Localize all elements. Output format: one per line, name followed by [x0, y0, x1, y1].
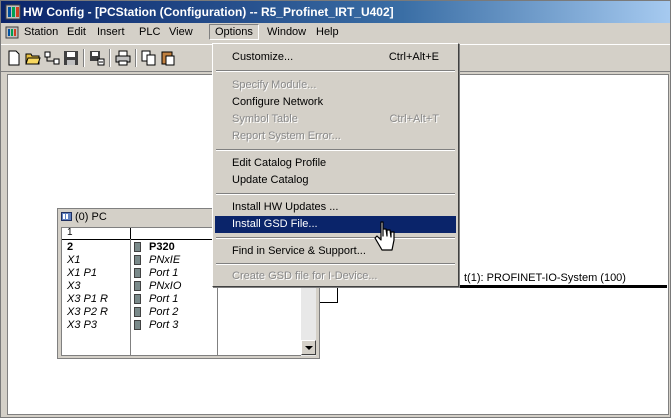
module-cell: PNxIO [149, 280, 182, 292]
options-dropdown-menu: Customize... Ctrl+Alt+E Specify Module..… [212, 43, 459, 287]
menu-item-label: Specify Module... [232, 79, 317, 91]
module-icon [134, 255, 141, 265]
save-compile-icon[interactable] [89, 50, 105, 66]
module-icon [134, 294, 141, 304]
menu-separator [216, 70, 455, 72]
menu-plc[interactable]: PLC [139, 26, 160, 38]
menu-item-label: Edit Catalog Profile [232, 157, 327, 169]
menu-item-find-in-service-support[interactable]: Find in Service & Support... [215, 243, 456, 260]
menu-bar: Station Edit Insert PLC View Options Win… [1, 23, 670, 43]
menu-help[interactable]: Help [316, 26, 339, 38]
menu-item-label: Configure Network [232, 96, 324, 108]
menu-window[interactable]: Window [267, 26, 306, 38]
window-title: HW Config - [PCStation (Configuration) -… [23, 5, 394, 19]
module-icon [134, 320, 141, 330]
menu-view[interactable]: View [169, 26, 193, 38]
network-icon[interactable] [44, 50, 60, 66]
menu-item-label: Install GSD File... [232, 218, 318, 230]
open-icon[interactable] [25, 50, 41, 66]
menu-edit[interactable]: Edit [67, 26, 86, 38]
profinet-system-label[interactable]: t(1): PROFINET-IO-System (100) [464, 272, 626, 284]
new-icon[interactable] [6, 50, 22, 66]
title-bar[interactable]: HW Config - [PCStation (Configuration) -… [1, 1, 670, 23]
mouse-pointer-icon [374, 221, 395, 251]
menu-separator [216, 263, 455, 265]
scroll-down-button[interactable] [301, 340, 316, 355]
module-cell: Port 1 [149, 267, 179, 279]
module-cell: P320 [149, 241, 175, 253]
slot-cell: X3 P3 [67, 319, 97, 331]
menu-item-label: Create GSD file for I-Device... [232, 270, 378, 282]
toolbar-separator [109, 49, 111, 67]
menu-item-create-gsd-file-for-i-device: Create GSD file for I-Device... [215, 268, 456, 285]
menu-separator [216, 149, 455, 151]
menu-item-symbol-table: Symbol Table Ctrl+Alt+T [215, 111, 456, 128]
menu-separator [216, 237, 455, 239]
module-icon [134, 307, 141, 317]
toolbar-separator [83, 49, 85, 67]
menu-item-install-hw-updates[interactable]: Install HW Updates ... [215, 199, 456, 216]
slot-cell: X1 [67, 254, 81, 266]
menu-item-customize[interactable]: Customize... Ctrl+Alt+E [215, 49, 456, 66]
menu-item-label: Report System Error... [232, 130, 341, 142]
slot-cell: X1 P1 [67, 267, 97, 279]
rack-icon [61, 212, 72, 221]
hw-config-window: HW Config - [PCStation (Configuration) -… [0, 0, 671, 418]
menu-item-specify-module: Specify Module... [215, 77, 456, 94]
menu-item-label: Install HW Updates ... [232, 201, 339, 213]
document-icon[interactable] [5, 26, 19, 39]
module-cell: PNxIE [149, 254, 181, 266]
menu-item-install-gsd-file[interactable]: Install GSD File... [215, 216, 456, 233]
slot-cell: X3 P2 R [67, 306, 108, 318]
save-icon[interactable] [63, 50, 79, 66]
copy-icon[interactable] [141, 50, 157, 66]
menu-item-report-system-error: Report System Error... [215, 128, 456, 145]
menu-insert[interactable]: Insert [97, 26, 125, 38]
menu-item-configure-network[interactable]: Configure Network [215, 94, 456, 111]
network-connector [337, 285, 338, 303]
table-row[interactable]: X3 P1 R Port 1 [62, 293, 301, 305]
rack-header-divider [130, 228, 131, 239]
menu-station[interactable]: Station [24, 26, 58, 38]
menu-item-label: Customize... [232, 51, 294, 63]
chevron-down-icon [305, 346, 313, 350]
rack-number: 1 [67, 227, 73, 238]
table-row[interactable]: X3 P2 R Port 2 [62, 306, 301, 318]
toolbar-separator [135, 49, 137, 67]
slot-cell: 2 [67, 241, 74, 253]
menu-item-label: Find in Service & Support... [232, 245, 366, 257]
menu-item-shortcut: Ctrl+Alt+E [388, 51, 439, 63]
slot-cell: X3 [67, 280, 81, 292]
hw-config-app-icon [5, 4, 21, 20]
module-icon [134, 268, 141, 278]
module-cell: Port 2 [149, 306, 179, 318]
menu-options[interactable]: Options [209, 24, 259, 40]
menu-item-update-catalog[interactable]: Update Catalog [215, 172, 456, 189]
menu-item-label: Update Catalog [232, 174, 309, 186]
menu-item-shortcut: Ctrl+Alt+T [389, 113, 439, 125]
print-icon[interactable] [115, 50, 131, 66]
table-row[interactable]: X3 P3 Port 3 [62, 319, 301, 331]
menu-separator [216, 193, 455, 195]
module-icon [134, 281, 141, 291]
station-window-title: (0) PC [75, 211, 107, 223]
module-cell: Port 1 [149, 293, 179, 305]
module-cell: Port 3 [149, 319, 179, 331]
module-icon [134, 242, 141, 252]
slot-cell: X3 P1 R [67, 293, 108, 305]
paste-icon[interactable] [160, 50, 176, 66]
menu-item-edit-catalog-profile[interactable]: Edit Catalog Profile [215, 155, 456, 172]
menu-item-label: Symbol Table [232, 113, 298, 125]
